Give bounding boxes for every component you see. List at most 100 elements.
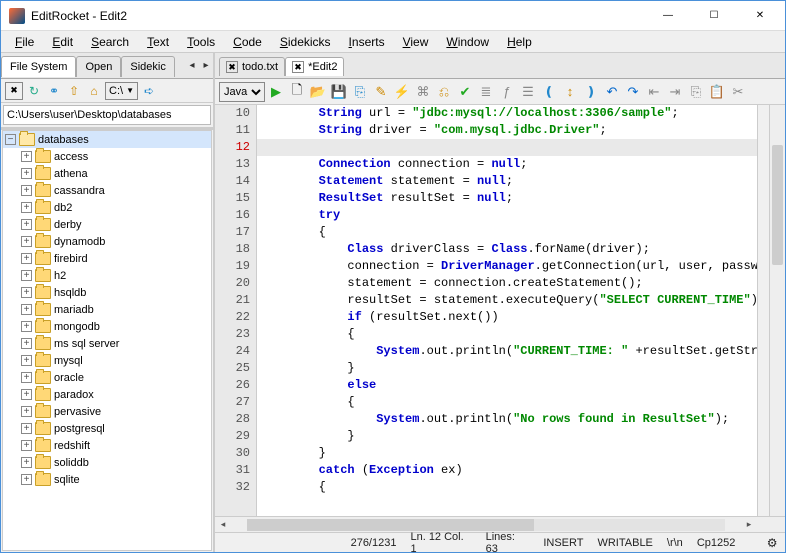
- fs-up-icon[interactable]: ⇧: [65, 82, 83, 100]
- menu-search[interactable]: Search: [83, 33, 137, 51]
- code-view[interactable]: String url = "jdbc:mysql://localhost:330…: [257, 105, 757, 516]
- code-line[interactable]: connection = DriverManager.getConnection…: [257, 258, 757, 275]
- fs-home-icon[interactable]: ⌂: [85, 82, 103, 100]
- run-icon[interactable]: ▶: [266, 82, 286, 102]
- indent-left-icon[interactable]: ⇤: [644, 82, 664, 102]
- wand-icon[interactable]: ✎: [371, 82, 391, 102]
- copy-icon[interactable]: ⎘: [686, 82, 706, 102]
- expand-icon[interactable]: [21, 168, 32, 179]
- tab-close-icon[interactable]: ✖: [226, 61, 238, 73]
- menu-file[interactable]: File: [7, 33, 42, 51]
- sidebar-tab-file-system[interactable]: File System: [1, 56, 76, 77]
- undo-icon[interactable]: ↶: [602, 82, 622, 102]
- code-line[interactable]: String driver = "com.mysql.jdbc.Driver";: [257, 122, 757, 139]
- code-line[interactable]: System.out.println("No rows found in Res…: [257, 411, 757, 428]
- code-line[interactable]: String url = "jdbc:mysql://localhost:330…: [257, 105, 757, 122]
- tree-item-derby[interactable]: derby: [19, 216, 211, 233]
- nav-icon[interactable]: ☰: [518, 82, 538, 102]
- vertical-scrollbar[interactable]: [769, 105, 785, 516]
- tree-root[interactable]: databases: [3, 131, 211, 148]
- sidebar-tab-open[interactable]: Open: [76, 56, 121, 77]
- check-icon[interactable]: ✔: [455, 82, 475, 102]
- expand-icon[interactable]: [21, 440, 32, 451]
- v-scroll-thumb[interactable]: [772, 145, 783, 265]
- bracket-right-icon[interactable]: ❫: [581, 82, 601, 102]
- code-line[interactable]: Connection connection = null;: [257, 156, 757, 173]
- close-button[interactable]: ✕: [737, 2, 783, 30]
- menu-inserts[interactable]: Inserts: [341, 33, 393, 51]
- expand-icon[interactable]: [21, 270, 32, 281]
- code-line[interactable]: try: [257, 207, 757, 224]
- expand-icon[interactable]: [21, 457, 32, 468]
- tree-item-h2[interactable]: h2: [19, 267, 211, 284]
- code-line[interactable]: else: [257, 377, 757, 394]
- horizontal-scrollbar[interactable]: ◂ ▸: [215, 516, 785, 532]
- menu-help[interactable]: Help: [499, 33, 540, 51]
- code-line[interactable]: catch (Exception ex): [257, 462, 757, 479]
- code-line[interactable]: {: [257, 224, 757, 241]
- tree-item-mariadb[interactable]: mariadb: [19, 301, 211, 318]
- code-line[interactable]: }: [257, 445, 757, 462]
- code-line[interactable]: {: [257, 479, 757, 496]
- code-line[interactable]: if (resultSet.next()): [257, 309, 757, 326]
- redo-icon[interactable]: ↷: [623, 82, 643, 102]
- save-all-icon[interactable]: ⎘: [350, 82, 370, 102]
- code-line[interactable]: Class driverClass = Class.forName(driver…: [257, 241, 757, 258]
- h-scroll-thumb[interactable]: [247, 519, 534, 531]
- sidebar-tab-prev[interactable]: ◂: [185, 60, 199, 71]
- code-line[interactable]: {: [257, 326, 757, 343]
- code-line[interactable]: }: [257, 360, 757, 377]
- paste-icon[interactable]: 📋: [707, 82, 727, 102]
- code-line[interactable]: [257, 139, 757, 156]
- status-tool-icon[interactable]: ⚙: [763, 534, 781, 552]
- expand-icon[interactable]: [21, 185, 32, 196]
- expand-icon[interactable]: [21, 304, 32, 315]
- expand-icon[interactable]: [21, 372, 32, 383]
- tree-item-hsqldb[interactable]: hsqldb: [19, 284, 211, 301]
- expand-icon[interactable]: [21, 253, 32, 264]
- expand-icon[interactable]: [21, 406, 32, 417]
- expand-icon[interactable]: [21, 389, 32, 400]
- indent-right-icon[interactable]: ⇥: [665, 82, 685, 102]
- menu-code[interactable]: Code: [225, 33, 270, 51]
- menu-text[interactable]: Text: [139, 33, 177, 51]
- path-field[interactable]: [3, 105, 211, 125]
- expand-icon[interactable]: [21, 151, 32, 162]
- editor-tab--Edit2[interactable]: ✖*Edit2: [285, 57, 344, 76]
- tree-item-access[interactable]: access: [19, 148, 211, 165]
- bracket-jump-icon[interactable]: ↕: [560, 82, 580, 102]
- file-tree[interactable]: databasesaccessathenacassandradb2derbydy…: [2, 130, 212, 551]
- fs-connect-icon[interactable]: ⚭: [45, 82, 63, 100]
- tag-icon[interactable]: ⌘: [413, 82, 433, 102]
- sidebar-tab-sidekic[interactable]: Sidekic: [121, 56, 174, 77]
- expand-icon[interactable]: [21, 219, 32, 230]
- bolt-icon[interactable]: ⚡: [392, 82, 412, 102]
- menu-view[interactable]: View: [395, 33, 437, 51]
- language-select[interactable]: Java: [219, 82, 265, 102]
- expand-icon[interactable]: [21, 423, 32, 434]
- menu-edit[interactable]: Edit: [44, 33, 81, 51]
- expand-icon[interactable]: [21, 236, 32, 247]
- h-scroll-right[interactable]: ▸: [741, 517, 757, 533]
- open-file-icon[interactable]: 📂: [308, 82, 328, 102]
- fs-go-icon[interactable]: ➪: [140, 82, 158, 100]
- collapse-icon[interactable]: [5, 134, 16, 145]
- tree-item-mysql[interactable]: mysql: [19, 352, 211, 369]
- expand-icon[interactable]: [21, 321, 32, 332]
- tree-item-cassandra[interactable]: cassandra: [19, 182, 211, 199]
- tree-item-oracle[interactable]: oracle: [19, 369, 211, 386]
- tree-item-paradox[interactable]: paradox: [19, 386, 211, 403]
- expand-icon[interactable]: [21, 202, 32, 213]
- menu-window[interactable]: Window: [438, 33, 497, 51]
- func-icon[interactable]: ƒ: [497, 82, 517, 102]
- code-line[interactable]: statement = connection.createStatement()…: [257, 275, 757, 292]
- drive-select[interactable]: C:\▼: [105, 82, 138, 100]
- maximize-button[interactable]: ☐: [691, 2, 737, 30]
- new-file-icon[interactable]: 🗋: [287, 82, 307, 102]
- tree-item-sqlite[interactable]: sqlite: [19, 471, 211, 488]
- minimize-button[interactable]: —: [645, 2, 691, 30]
- expand-icon[interactable]: [21, 474, 32, 485]
- tree-item-dynamodb[interactable]: dynamodb: [19, 233, 211, 250]
- expand-icon[interactable]: [21, 287, 32, 298]
- menu-sidekicks[interactable]: Sidekicks: [272, 33, 339, 51]
